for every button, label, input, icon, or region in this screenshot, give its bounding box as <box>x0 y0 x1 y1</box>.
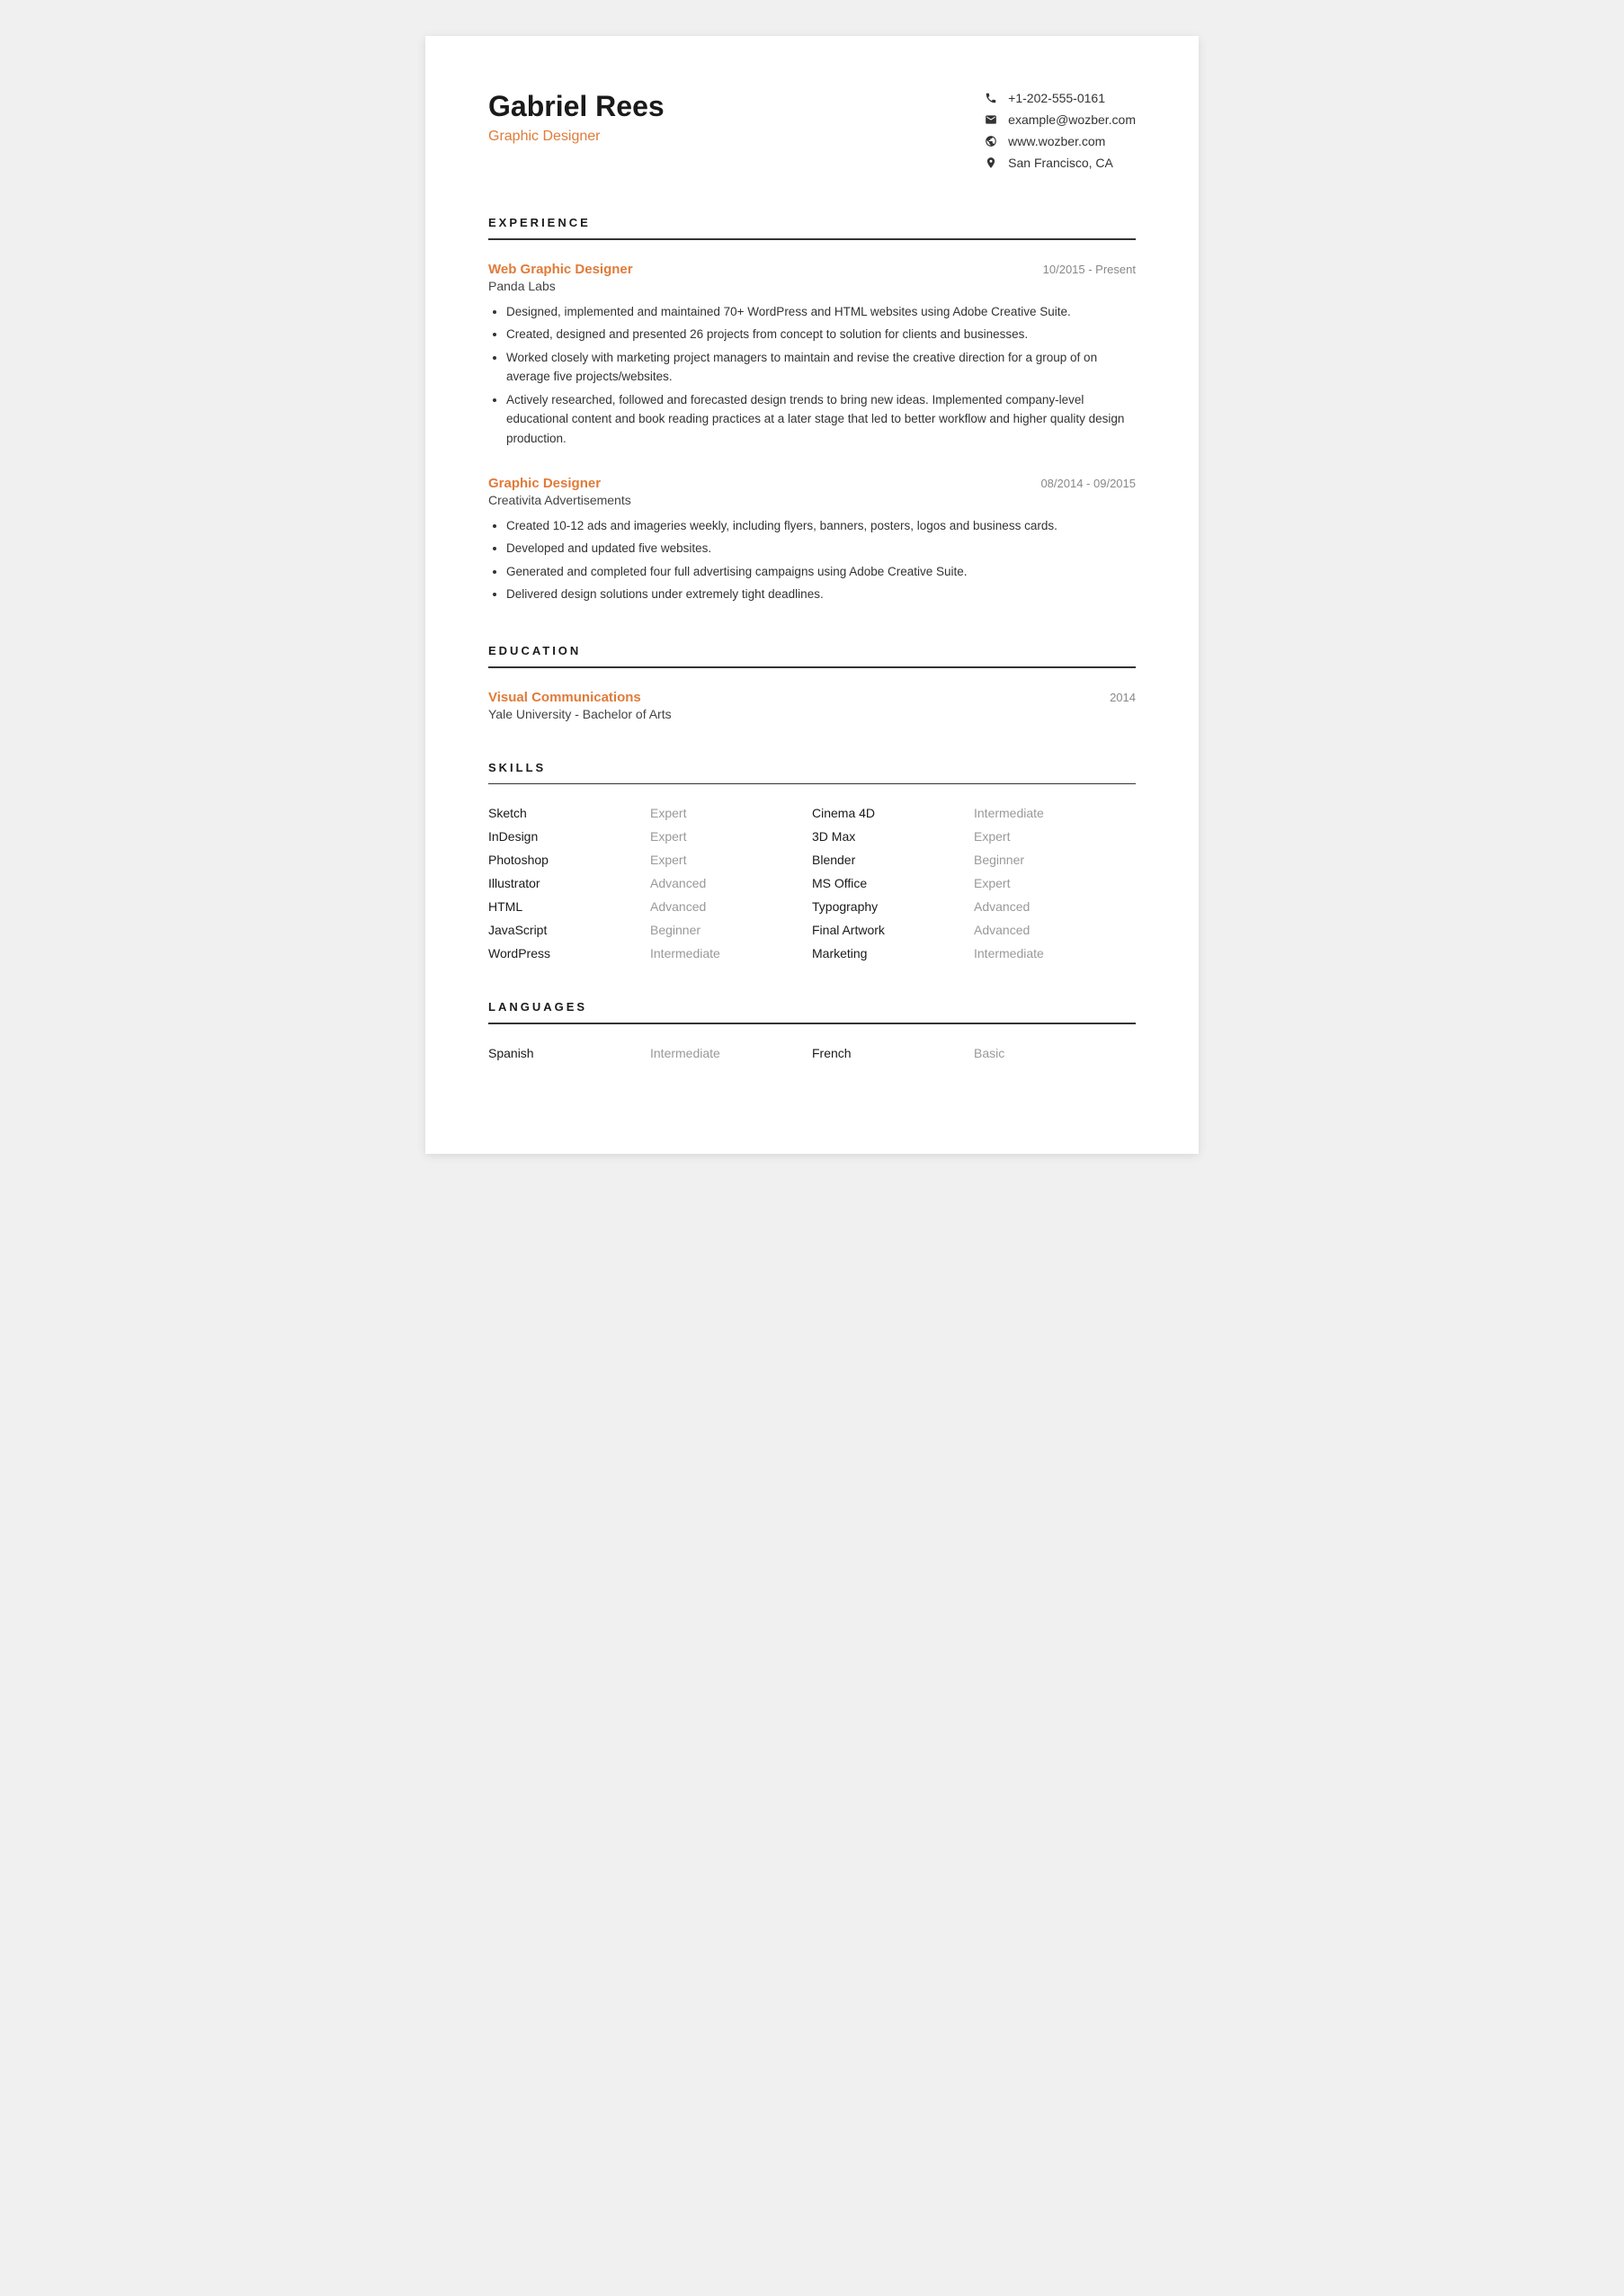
exp-bullet-2-2: Developed and updated five websites. <box>506 539 1136 558</box>
lang-level-1: Basic <box>974 1046 1136 1060</box>
skill-name-11: Final Artwork <box>812 923 974 937</box>
skill-level-0: Expert <box>650 806 812 820</box>
skill-level-13: Intermediate <box>974 946 1136 960</box>
skill-level-4: Expert <box>650 853 812 867</box>
candidate-name: Gabriel Rees <box>488 90 665 123</box>
exp-role-2: Graphic Designer <box>488 476 601 491</box>
edu-degree-1: Visual Communications <box>488 690 672 705</box>
exp-company-1: Panda Labs <box>488 279 1136 293</box>
skills-grid: Sketch Expert Cinema 4D Intermediate InD… <box>488 806 1136 960</box>
lang-level-0: Intermediate <box>650 1046 812 1060</box>
skill-level-5: Beginner <box>974 853 1136 867</box>
skill-level-7: Expert <box>974 876 1136 890</box>
exp-bullets-2: Created 10-12 ads and imageries weekly, … <box>488 516 1136 604</box>
skill-name-8: HTML <box>488 899 650 914</box>
skill-name-12: WordPress <box>488 946 650 960</box>
header: Gabriel Rees Graphic Designer +1-202-555… <box>488 90 1136 171</box>
contact-web: www.wozber.com <box>983 133 1136 149</box>
exp-dates-1: 10/2015 - Present <box>1043 263 1136 276</box>
email-value: example@wozber.com <box>1008 112 1136 127</box>
skills-section: SKILLS Sketch Expert Cinema 4D Intermedi… <box>488 761 1136 961</box>
exp-bullet-2-1: Created 10-12 ads and imageries weekly, … <box>506 516 1136 536</box>
candidate-title: Graphic Designer <box>488 129 665 145</box>
phone-value: +1-202-555-0161 <box>1008 91 1105 105</box>
contact-phone: +1-202-555-0161 <box>983 90 1136 106</box>
exp-bullet-2-4: Delivered design solutions under extreme… <box>506 585 1136 604</box>
location-icon <box>983 155 999 171</box>
skill-level-9: Advanced <box>974 899 1136 914</box>
skill-name-9: Typography <box>812 899 974 914</box>
skill-name-1: Cinema 4D <box>812 806 974 820</box>
skill-name-7: MS Office <box>812 876 974 890</box>
lang-name-0: Spanish <box>488 1046 650 1060</box>
lang-name-1: French <box>812 1046 974 1060</box>
experience-section: EXPERIENCE Web Graphic Designer 10/2015 … <box>488 216 1136 604</box>
header-left: Gabriel Rees Graphic Designer <box>488 90 665 145</box>
header-right: +1-202-555-0161 example@wozber.com www.w… <box>983 90 1136 171</box>
skill-level-2: Expert <box>650 829 812 844</box>
skill-level-1: Intermediate <box>974 806 1136 820</box>
skills-title: SKILLS <box>488 761 1136 774</box>
exp-bullet-1-3: Worked closely with marketing project ma… <box>506 348 1136 387</box>
skill-level-8: Advanced <box>650 899 812 914</box>
languages-divider <box>488 1023 1136 1024</box>
exp-bullet-1-4: Actively researched, followed and foreca… <box>506 390 1136 449</box>
skill-level-6: Advanced <box>650 876 812 890</box>
skill-name-3: 3D Max <box>812 829 974 844</box>
education-divider <box>488 666 1136 668</box>
phone-icon <box>983 90 999 106</box>
education-title: EDUCATION <box>488 644 1136 657</box>
edu-item-1: Visual Communications Yale University - … <box>488 690 1136 721</box>
skill-name-2: InDesign <box>488 829 650 844</box>
email-icon <box>983 112 999 128</box>
contact-email: example@wozber.com <box>983 112 1136 128</box>
languages-section: LANGUAGES Spanish Intermediate French Ba… <box>488 1000 1136 1060</box>
edu-left-1: Visual Communications Yale University - … <box>488 690 672 721</box>
exp-dates-2: 08/2014 - 09/2015 <box>1040 477 1136 490</box>
exp-header-1: Web Graphic Designer 10/2015 - Present <box>488 262 1136 277</box>
skills-divider <box>488 783 1136 785</box>
exp-role-1: Web Graphic Designer <box>488 262 633 277</box>
resume-container: Gabriel Rees Graphic Designer +1-202-555… <box>425 36 1199 1154</box>
experience-divider <box>488 238 1136 240</box>
edu-year-1: 2014 <box>1110 691 1136 704</box>
exp-bullet-1-1: Designed, implemented and maintained 70+… <box>506 302 1136 322</box>
skill-level-10: Beginner <box>650 923 812 937</box>
exp-item-2: Graphic Designer 08/2014 - 09/2015 Creat… <box>488 476 1136 604</box>
web-value: www.wozber.com <box>1008 134 1105 148</box>
exp-item-1: Web Graphic Designer 10/2015 - Present P… <box>488 262 1136 449</box>
exp-bullets-1: Designed, implemented and maintained 70+… <box>488 302 1136 449</box>
edu-school-1: Yale University - Bachelor of Arts <box>488 707 672 721</box>
contact-location: San Francisco, CA <box>983 155 1136 171</box>
skill-name-10: JavaScript <box>488 923 650 937</box>
languages-grid: Spanish Intermediate French Basic <box>488 1046 1136 1060</box>
skill-level-11: Advanced <box>974 923 1136 937</box>
exp-bullet-1-2: Created, designed and presented 26 proje… <box>506 325 1136 344</box>
exp-company-2: Creativita Advertisements <box>488 493 1136 507</box>
web-icon <box>983 133 999 149</box>
skill-name-6: Illustrator <box>488 876 650 890</box>
skill-name-0: Sketch <box>488 806 650 820</box>
education-section: EDUCATION Visual Communications Yale Uni… <box>488 644 1136 721</box>
languages-title: LANGUAGES <box>488 1000 1136 1014</box>
skill-level-12: Intermediate <box>650 946 812 960</box>
skill-name-5: Blender <box>812 853 974 867</box>
exp-header-2: Graphic Designer 08/2014 - 09/2015 <box>488 476 1136 491</box>
skill-name-4: Photoshop <box>488 853 650 867</box>
skill-name-13: Marketing <box>812 946 974 960</box>
exp-bullet-2-3: Generated and completed four full advert… <box>506 562 1136 582</box>
experience-title: EXPERIENCE <box>488 216 1136 229</box>
skill-level-3: Expert <box>974 829 1136 844</box>
location-value: San Francisco, CA <box>1008 156 1113 170</box>
